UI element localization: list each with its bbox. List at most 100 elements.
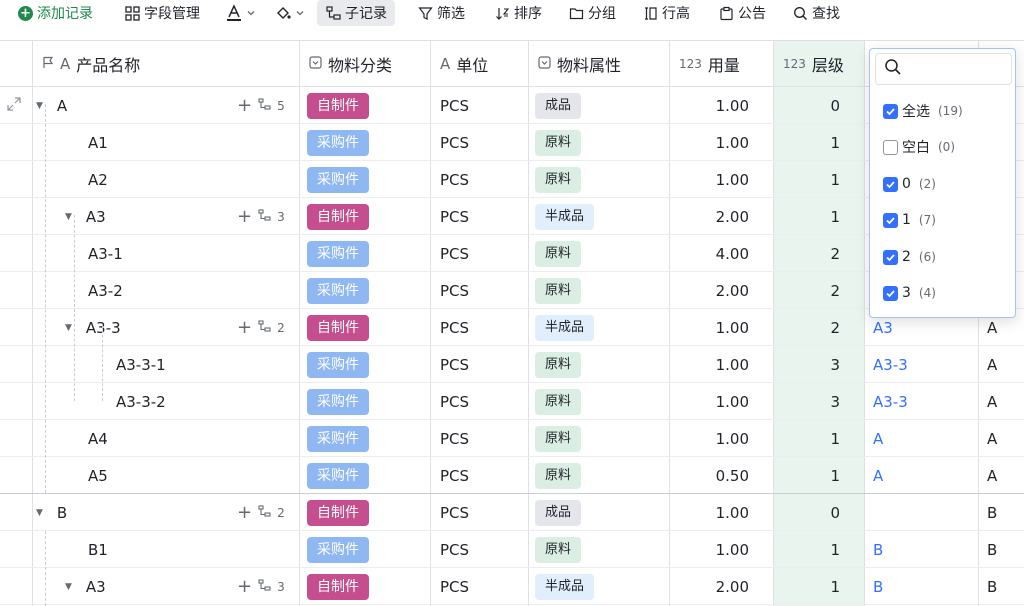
cell-product-name[interactable]: A5 (65, 457, 299, 494)
cell-usage[interactable]: 1.00 (669, 346, 773, 383)
filter-option[interactable]: 3 (4) (883, 281, 936, 305)
filter-option[interactable]: 全选 (19) (883, 99, 963, 123)
cell-usage[interactable]: 2.00 (669, 198, 773, 235)
parent-link[interactable]: A3 (873, 319, 893, 337)
children-icon[interactable] (258, 578, 271, 595)
filter-button[interactable]: 筛选 (417, 0, 465, 26)
children-icon[interactable] (258, 208, 271, 225)
cell-attr[interactable]: 半成品 (535, 309, 665, 346)
add-record-button[interactable]: + 添加记录 (18, 0, 93, 26)
cell-category[interactable]: 采购件 (307, 346, 427, 383)
checkbox-checked-icon[interactable] (883, 212, 898, 228)
filter-option[interactable]: 1 (7) (883, 208, 936, 232)
cell-unit[interactable]: PCS (440, 235, 528, 272)
cell-unit[interactable]: PCS (440, 494, 528, 531)
header-level[interactable]: 123 层级 (773, 40, 864, 87)
header-product-name[interactable]: A 产品名称 (32, 40, 299, 87)
parent-link[interactable]: A (873, 467, 883, 485)
cell-attr[interactable]: 原料 (535, 420, 665, 457)
add-child-icon[interactable]: + (237, 317, 252, 338)
cell-attr[interactable]: 半成品 (535, 198, 665, 235)
cell-unit[interactable]: PCS (440, 420, 528, 457)
cell-attr[interactable]: 半成品 (535, 568, 665, 605)
filter-option[interactable]: 空白 (0) (883, 135, 955, 159)
group-button[interactable]: 分组 (568, 0, 616, 26)
collapse-caret-icon[interactable]: ▼ (65, 323, 72, 333)
cell-unit[interactable]: PCS (440, 198, 528, 235)
filter-option[interactable]: 2 (6) (883, 245, 936, 269)
cell-category[interactable]: 自制件 (307, 568, 427, 605)
checkbox-unchecked-icon[interactable] (883, 139, 898, 155)
cell-last[interactable]: B (987, 568, 1024, 605)
find-button[interactable]: 查找 (792, 0, 840, 26)
cell-product-name[interactable]: A3-2 (65, 272, 299, 309)
cell-parent[interactable]: A3-3 (873, 383, 973, 420)
table-row[interactable]: ▼ B +2 自制件 PCS 成品 1.00 0 B (0, 494, 1024, 531)
field-manage-button[interactable]: 字段管理 (124, 0, 200, 26)
cell-level[interactable]: 1 (773, 531, 864, 568)
parent-link[interactable]: B (873, 578, 883, 596)
cell-last[interactable]: A (987, 420, 1024, 457)
children-icon[interactable] (258, 504, 271, 521)
cell-category[interactable]: 采购件 (307, 235, 427, 272)
cell-attr[interactable]: 原料 (535, 124, 665, 161)
collapse-caret-icon[interactable]: ▼ (65, 212, 72, 222)
cell-category[interactable]: 采购件 (307, 420, 427, 457)
cell-parent[interactable]: A3-3 (873, 346, 973, 383)
cell-usage[interactable]: 1.00 (669, 383, 773, 420)
cell-last[interactable]: A (987, 457, 1024, 494)
cell-category[interactable]: 采购件 (307, 161, 427, 198)
cell-level[interactable]: 1 (773, 161, 864, 198)
cell-unit[interactable]: PCS (440, 568, 528, 605)
cell-usage[interactable]: 2.00 (669, 272, 773, 309)
header-category[interactable]: 物料分类 (299, 40, 430, 87)
cell-usage[interactable]: 0.50 (669, 457, 773, 494)
sort-button[interactable]: 排序 (494, 0, 542, 26)
cell-usage[interactable]: 1.00 (669, 494, 773, 531)
header-attr[interactable]: 物料属性 (528, 40, 669, 87)
cell-attr[interactable]: 成品 (535, 87, 665, 124)
table-row[interactable]: A5 采购件 PCS 原料 0.50 1 A A (0, 457, 1024, 494)
collapse-caret-icon[interactable]: ▼ (36, 508, 43, 518)
cell-category[interactable]: 自制件 (307, 87, 427, 124)
cell-product-name[interactable]: A3-3-2 (93, 383, 299, 420)
cell-category[interactable]: 自制件 (307, 309, 427, 346)
cell-usage[interactable]: 2.00 (669, 568, 773, 605)
cell-last[interactable]: A (987, 383, 1024, 420)
row-height-button[interactable]: 行高 (642, 0, 690, 26)
expand-record-icon[interactable] (6, 96, 22, 116)
cell-level[interactable]: 1 (773, 457, 864, 494)
cell-unit[interactable]: PCS (440, 87, 528, 124)
children-icon[interactable] (258, 319, 271, 336)
cell-parent[interactable]: B (873, 531, 973, 568)
cell-level[interactable]: 1 (773, 124, 864, 161)
add-child-icon[interactable]: + (237, 502, 252, 523)
cell-usage[interactable]: 4.00 (669, 235, 773, 272)
cell-attr[interactable]: 原料 (535, 346, 665, 383)
cell-usage[interactable]: 1.00 (669, 124, 773, 161)
header-usage[interactable]: 123 用量 (669, 40, 773, 87)
table-row[interactable]: A3-3-2 采购件 PCS 原料 1.00 3 A3-3 A (0, 383, 1024, 420)
cell-last[interactable]: B (987, 494, 1024, 531)
cell-unit[interactable]: PCS (440, 531, 528, 568)
table-row[interactable]: A3-3-1 采购件 PCS 原料 1.00 3 A3-3 A (0, 346, 1024, 383)
dropdown-search-box[interactable] (875, 53, 1012, 85)
cell-unit[interactable]: PCS (440, 383, 528, 420)
table-row[interactable]: A4 采购件 PCS 原料 1.00 1 A A (0, 420, 1024, 457)
cell-unit[interactable]: PCS (440, 124, 528, 161)
cell-level[interactable]: 0 (773, 87, 864, 124)
cell-level[interactable]: 2 (773, 309, 864, 346)
cell-last[interactable]: B (987, 531, 1024, 568)
cell-attr[interactable]: 原料 (535, 235, 665, 272)
collapse-caret-icon[interactable]: ▼ (65, 582, 72, 592)
cell-parent[interactable]: A (873, 420, 973, 457)
cell-attr[interactable]: 原料 (535, 383, 665, 420)
cell-level[interactable]: 3 (773, 346, 864, 383)
cell-level[interactable]: 1 (773, 420, 864, 457)
fill-color-button[interactable] (275, 0, 305, 26)
cell-category[interactable]: 采购件 (307, 124, 427, 161)
cell-category[interactable]: 采购件 (307, 457, 427, 494)
checkbox-checked-icon[interactable] (883, 285, 898, 301)
cell-parent[interactable]: A (873, 457, 973, 494)
cell-level[interactable]: 2 (773, 235, 864, 272)
